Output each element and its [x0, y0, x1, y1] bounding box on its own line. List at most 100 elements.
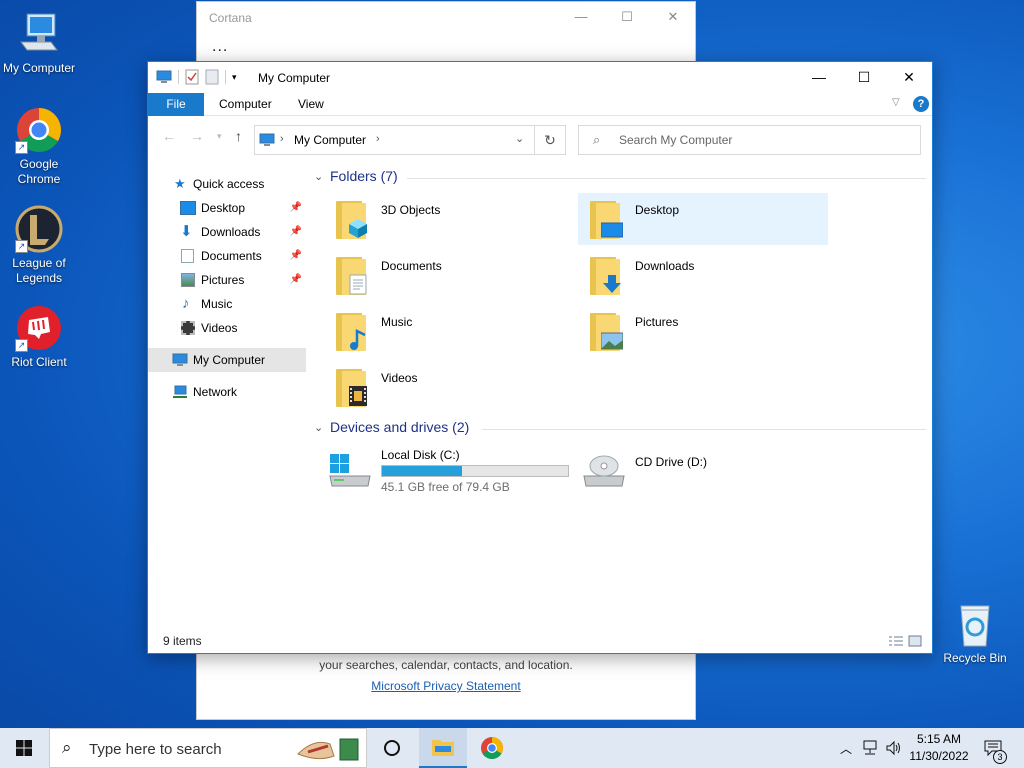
address-bar[interactable]: › My Computer › ⌄ [254, 125, 535, 155]
folder-name: Desktop [635, 203, 680, 217]
privacy-statement-link[interactable]: Microsoft Privacy Statement [371, 679, 520, 693]
shortcut-arrow-icon: ↗ [15, 141, 28, 154]
folder-music[interactable]: Music [324, 305, 574, 357]
collapse-chevron-icon[interactable]: ⌄ [314, 421, 323, 434]
task-view-button[interactable] [368, 728, 416, 768]
breadcrumb-separator-icon[interactable]: › [280, 133, 284, 145]
nav-item-music[interactable]: ♪ Music [148, 292, 306, 316]
cortana-footer-text: your searches, calendar, contacts, and l… [319, 658, 573, 672]
cortana-title: Cortana [209, 11, 252, 25]
tab-computer[interactable]: Computer [205, 93, 286, 116]
close-icon[interactable]: ✕ [666, 10, 680, 24]
status-item-count: 9 items [163, 634, 202, 648]
back-button[interactable]: ← [162, 128, 176, 144]
search-highlight-illustration-icon [297, 738, 359, 761]
nav-item-downloads[interactable]: ⬇ Downloads 📌 [148, 220, 306, 244]
divider [407, 178, 926, 179]
computer-icon [15, 10, 63, 58]
up-button[interactable]: ↑ [235, 128, 242, 144]
nav-label: Pictures [201, 273, 245, 287]
nav-item-documents[interactable]: Documents 📌 [148, 244, 306, 268]
refresh-button[interactable]: ↻ [535, 125, 566, 155]
show-hidden-icons-chevron-icon[interactable]: ︿ [835, 728, 857, 768]
new-folder-icon[interactable] [205, 69, 219, 85]
desktop-icon-recycle-bin[interactable]: Recycle Bin [935, 600, 1015, 666]
nav-label: Network [193, 385, 238, 399]
group-header-drives[interactable]: ⌄ Devices and drives (2) [314, 418, 926, 440]
collapse-chevron-icon[interactable]: ⌄ [314, 170, 323, 183]
desktop-icon-league-of-legends[interactable]: ↗ League of Legends [0, 205, 79, 286]
taskbar-search-placeholder: Type here to search [89, 741, 222, 758]
nav-item-quick-access[interactable]: ★ Quick access [148, 172, 306, 196]
search-icon: ⌕ [593, 132, 601, 147]
close-button[interactable]: ✕ [886, 62, 932, 93]
breadcrumb-separator-icon[interactable]: › [376, 133, 380, 145]
taskbar-file-explorer[interactable] [419, 728, 467, 768]
forward-button[interactable]: → [190, 128, 204, 144]
disk-usage-fill [382, 466, 463, 476]
network-status-icon[interactable] [858, 728, 882, 768]
folder-pictures[interactable]: Pictures [578, 305, 828, 357]
folder-videos[interactable]: Videos [324, 361, 574, 413]
drive-free-space: 45.1 GB free of 79.4 GB [381, 480, 510, 494]
expand-ribbon-chevron-icon[interactable]: ▽ [892, 97, 900, 108]
large-icons-view-icon[interactable] [908, 635, 922, 647]
more-options-icon[interactable]: ... [212, 39, 228, 55]
taskbar-search-box[interactable]: ⌕ Type here to search [49, 728, 367, 768]
pin-icon[interactable]: 📌 [290, 244, 302, 268]
nav-item-network[interactable]: Network [148, 380, 306, 404]
drive-local-disk-c[interactable]: Local Disk (C:) 45.1 GB free of 79.4 GB [328, 448, 578, 498]
nav-item-pictures[interactable]: Pictures 📌 [148, 268, 306, 292]
maximize-icon[interactable]: ☐ [620, 10, 634, 24]
notification-center-button[interactable]: 3 [980, 728, 1007, 768]
drive-name: Local Disk (C:) [381, 448, 460, 462]
maximize-button[interactable]: ☐ [841, 62, 887, 93]
desktop-icon-label: League of Legends [12, 256, 66, 285]
help-icon[interactable]: ? [913, 96, 929, 112]
music-folder-icon [334, 311, 372, 355]
folder-downloads[interactable]: Downloads [578, 249, 828, 301]
pin-icon[interactable]: 📌 [290, 196, 302, 220]
recycle-bin-icon [951, 600, 999, 648]
nav-label: My Computer [193, 353, 266, 367]
nav-item-my-computer[interactable]: My Computer [148, 348, 306, 372]
folder-3d-objects[interactable]: 3D Objects [324, 193, 574, 245]
nav-label: Videos [201, 321, 238, 335]
desktop-icon [180, 201, 196, 215]
desktop-icon-google-chrome[interactable]: ↗ Google Chrome [0, 106, 79, 187]
group-header-folders[interactable]: ⌄ Folders (7) [314, 167, 926, 189]
pin-icon[interactable]: 📌 [290, 268, 302, 292]
film-icon [181, 321, 195, 335]
folder-documents[interactable]: Documents [324, 249, 574, 301]
details-view-icon[interactable] [888, 635, 904, 647]
nav-item-desktop[interactable]: Desktop 📌 [148, 196, 306, 220]
nav-label: Desktop [201, 201, 246, 215]
content-pane: ⌄ Folders (7) 3D Objects Desktop Documen… [314, 167, 926, 494]
customize-toolbar-chevron-icon[interactable]: ▾ [232, 72, 237, 83]
tab-file[interactable]: File [148, 93, 204, 116]
minimize-icon[interactable]: — [574, 10, 588, 24]
nav-item-videos[interactable]: Videos [148, 316, 306, 340]
title-bar[interactable]: ▾ My Computer — ☐ ✕ [148, 62, 932, 93]
desktop-icon-riot-client[interactable]: ↗ Riot Client [0, 304, 79, 370]
star-icon: ★ [174, 176, 186, 191]
pin-icon[interactable]: 📌 [290, 220, 302, 244]
tab-view[interactable]: View [284, 93, 338, 116]
group-header-label: Folders (7) [330, 168, 398, 184]
folder-desktop[interactable]: Desktop [578, 193, 828, 245]
shortcut-arrow-icon: ↗ [15, 339, 28, 352]
desktop-icon-my-computer[interactable]: My Computer [0, 10, 79, 76]
search-box[interactable]: ⌕ Search My Computer [578, 125, 921, 155]
volume-icon[interactable] [882, 728, 906, 768]
minimize-button[interactable]: — [796, 62, 842, 93]
drive-cd-d[interactable]: CD Drive (D:) [582, 448, 832, 498]
taskbar-clock[interactable]: 5:15 AM 11/30/2022 [906, 731, 972, 765]
address-history-chevron-icon[interactable]: ⌄ [515, 132, 524, 145]
properties-icon[interactable] [185, 69, 199, 85]
recent-locations-chevron-icon[interactable]: ▾ [217, 131, 222, 142]
breadcrumb-my-computer[interactable]: My Computer [294, 133, 366, 147]
taskbar-google-chrome[interactable] [468, 728, 516, 768]
task-view-icon [384, 740, 400, 756]
desktop-icon-label: Google Chrome [17, 157, 61, 186]
start-button[interactable] [0, 728, 48, 768]
